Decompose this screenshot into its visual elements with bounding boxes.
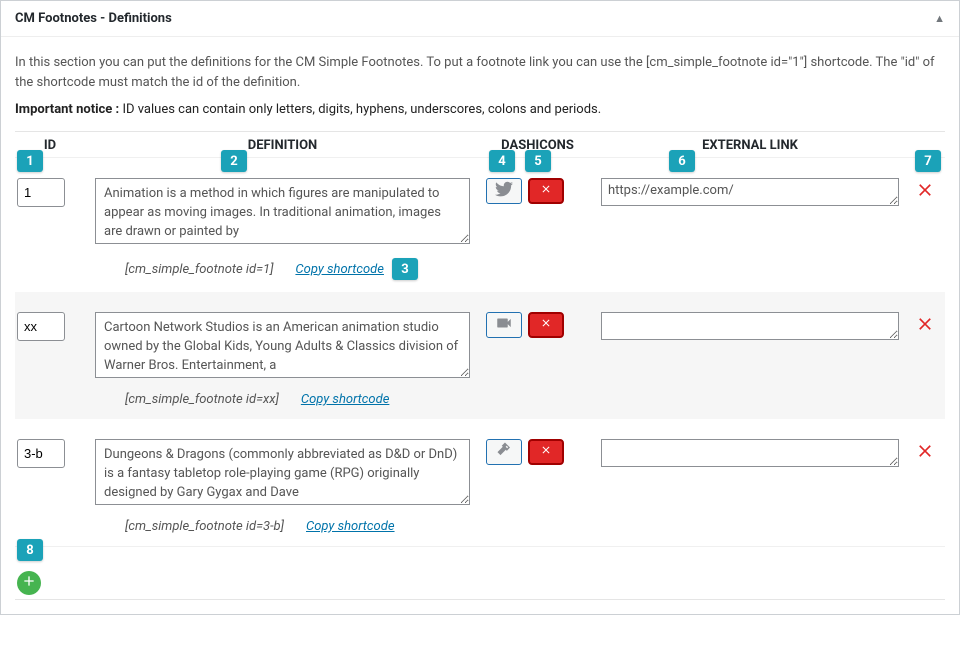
- cell-delete: [905, 312, 945, 338]
- panel-header[interactable]: CM Footnotes - Definitions ▲: [1, 1, 959, 37]
- close-icon: [540, 444, 552, 460]
- callout-4: 4: [489, 150, 515, 172]
- shortcode-text: [cm_simple_footnote id=xx]: [125, 392, 279, 407]
- add-row-button[interactable]: [17, 571, 41, 595]
- remove-dashicon-button[interactable]: [528, 439, 564, 465]
- cell-dashicons: [480, 178, 595, 204]
- external-link-input[interactable]: [601, 439, 899, 467]
- delete-row-button[interactable]: [915, 314, 935, 338]
- delete-icon: [915, 441, 935, 465]
- cell-delete: [905, 178, 945, 204]
- cell-definition: Dungeons & Dragons (commonly abbreviated…: [85, 439, 480, 534]
- table-row: Animation is a method in which figures a…: [15, 158, 945, 292]
- cell-external: https://example.com/: [595, 178, 905, 210]
- copy-shortcode-link[interactable]: Copy shortcode: [306, 519, 395, 534]
- cell-dashicons: [480, 439, 595, 465]
- callout-6: 6: [669, 150, 695, 172]
- shortcode-text: [cm_simple_footnote id=3-b]: [125, 519, 284, 534]
- add-row-area: 8: [15, 546, 945, 599]
- external-link-input[interactable]: https://example.com/: [601, 178, 899, 206]
- col-definition: DEFINITION: [85, 138, 480, 153]
- plus-icon: [21, 573, 37, 593]
- shortcode-text: [cm_simple_footnote id=1]: [125, 262, 273, 277]
- panel-body: In this section you can put the definiti…: [1, 53, 959, 614]
- id-input[interactable]: [17, 312, 65, 341]
- shortcode-line: [cm_simple_footnote id=3-b] Copy shortco…: [95, 519, 470, 534]
- close-icon: [540, 317, 552, 333]
- dashicon-button[interactable]: [486, 178, 522, 204]
- cell-definition: Animation is a method in which figures a…: [85, 178, 480, 280]
- copy-shortcode-link[interactable]: Copy shortcode: [295, 262, 384, 277]
- collapse-icon[interactable]: ▲: [934, 12, 945, 25]
- video-icon: [495, 314, 513, 336]
- dashicon-button[interactable]: [486, 439, 522, 465]
- cell-dashicons: [480, 312, 595, 338]
- shortcode-line: [cm_simple_footnote id=1] Copy shortcode…: [95, 258, 470, 280]
- table-header: ID DEFINITION DASHICONS EXTERNAL LINK 1 …: [15, 132, 945, 158]
- callout-1: 1: [17, 150, 43, 172]
- notice-text: ID values can contain only letters, digi…: [119, 102, 601, 117]
- panel-title: CM Footnotes - Definitions: [15, 11, 172, 26]
- delete-row-button[interactable]: [915, 180, 935, 204]
- id-input[interactable]: [17, 439, 65, 468]
- delete-row-button[interactable]: [915, 441, 935, 465]
- remove-dashicon-button[interactable]: [528, 178, 564, 204]
- delete-icon: [915, 314, 935, 338]
- delete-icon: [915, 180, 935, 204]
- definitions-table: ID DEFINITION DASHICONS EXTERNAL LINK 1 …: [15, 131, 945, 600]
- remove-dashicon-button[interactable]: [528, 312, 564, 338]
- table-row: Dungeons & Dragons (commonly abbreviated…: [15, 419, 945, 546]
- definition-textarea[interactable]: Dungeons & Dragons (commonly abbreviated…: [95, 439, 470, 505]
- important-notice: Important notice : ID values can contain…: [15, 102, 945, 117]
- dashicon-button[interactable]: [486, 312, 522, 338]
- col-external: EXTERNAL LINK: [595, 138, 905, 153]
- copy-shortcode-link[interactable]: Copy shortcode: [301, 392, 390, 407]
- cell-external: [595, 439, 905, 471]
- cell-definition: Cartoon Network Studios is an American a…: [85, 312, 480, 407]
- cell-id: [15, 178, 85, 207]
- hammer-icon: [495, 441, 513, 463]
- intro-text: In this section you can put the definiti…: [15, 53, 945, 92]
- callout-7: 7: [915, 150, 941, 172]
- definition-textarea[interactable]: Animation is a method in which figures a…: [95, 178, 470, 244]
- callout-5: 5: [525, 150, 551, 172]
- shortcode-line: [cm_simple_footnote id=xx] Copy shortcod…: [95, 392, 470, 407]
- close-icon: [540, 183, 552, 199]
- table-row: Cartoon Network Studios is an American a…: [15, 292, 945, 419]
- cell-delete: [905, 439, 945, 465]
- cell-id: [15, 312, 85, 341]
- definitions-panel: CM Footnotes - Definitions ▲ In this sec…: [0, 0, 960, 615]
- external-link-input[interactable]: [601, 312, 899, 340]
- cell-id: [15, 439, 85, 468]
- twitter-icon: [495, 180, 513, 202]
- id-input[interactable]: [17, 178, 65, 207]
- callout-2: 2: [221, 150, 247, 172]
- callout-8: 8: [17, 539, 43, 561]
- cell-external: [595, 312, 905, 344]
- notice-label: Important notice :: [15, 102, 119, 117]
- definition-textarea[interactable]: Cartoon Network Studios is an American a…: [95, 312, 470, 378]
- callout-3: 3: [392, 258, 418, 280]
